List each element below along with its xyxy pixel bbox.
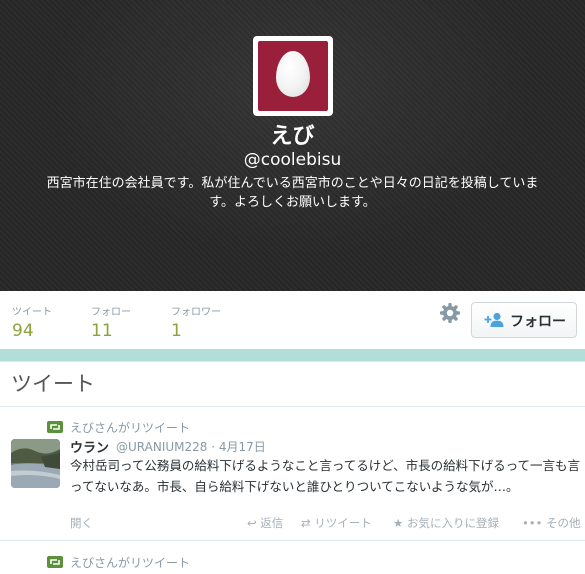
reply-action[interactable]: ↩ 返信 bbox=[247, 515, 283, 531]
favorite-action[interactable]: ★ お気に入りに登録 bbox=[393, 515, 499, 531]
tweet-author-name[interactable]: ウラン bbox=[70, 437, 109, 456]
panel-title: ツイート bbox=[11, 372, 95, 396]
tweet-author-handle-date[interactable]: @URANIUM228 · 4月17日 bbox=[116, 438, 266, 455]
landscape-photo-icon bbox=[11, 439, 60, 488]
retweet-icon bbox=[47, 421, 63, 433]
retweeted-by-label[interactable]: えびさんがリツイート bbox=[70, 554, 190, 571]
divider bbox=[0, 406, 585, 407]
follow-user-icon bbox=[484, 312, 504, 327]
stat-followers[interactable]: フォロワー 1 bbox=[171, 303, 221, 341]
divider bbox=[0, 540, 585, 541]
screen-name[interactable]: @coolebisu bbox=[0, 150, 585, 170]
stat-value: 1 bbox=[171, 321, 182, 341]
profile-accent-divider bbox=[0, 349, 585, 361]
profile-bio: 西宮市在住の会社員です。私が住んでいる西宮市のことや日々の日記を投稿しています。… bbox=[46, 176, 539, 210]
stat-label: ツイート bbox=[12, 307, 52, 318]
more-label: その他 bbox=[546, 516, 581, 530]
favorite-label: お気に入りに登録 bbox=[406, 516, 499, 530]
stat-tweets[interactable]: ツイート 94 bbox=[12, 303, 52, 341]
stat-following[interactable]: フォロー 11 bbox=[91, 303, 131, 341]
reply-label: 返信 bbox=[260, 516, 284, 530]
follow-button-label: フォロー bbox=[510, 314, 566, 330]
more-action[interactable]: ••• その他 bbox=[522, 515, 581, 531]
stat-value: 94 bbox=[12, 321, 34, 341]
stat-value: 11 bbox=[91, 321, 113, 341]
open-tweet-link[interactable]: 開く bbox=[70, 515, 93, 531]
retweet-icon bbox=[47, 556, 63, 568]
retweet-action[interactable]: ⇄ リツイート bbox=[301, 515, 372, 531]
tweet-text: 今村岳司って公務員の給料下げるようなこと言ってるけど、市長の給料下げるって一言も… bbox=[70, 458, 581, 494]
profile-avatar[interactable] bbox=[253, 36, 333, 116]
more-dots-icon: ••• bbox=[522, 516, 543, 530]
default-egg-avatar bbox=[258, 41, 328, 111]
egg-icon bbox=[276, 51, 310, 97]
gear-icon[interactable] bbox=[438, 301, 462, 325]
star-icon: ★ bbox=[393, 516, 404, 530]
tweet-author-avatar[interactable] bbox=[11, 439, 60, 488]
display-name: えび bbox=[270, 124, 315, 149]
follow-button[interactable]: フォロー bbox=[471, 302, 577, 338]
reply-icon: ↩ bbox=[247, 516, 257, 530]
retweeted-by-label[interactable]: えびさんがリツイート bbox=[70, 419, 190, 436]
profile-stats-bar: ツイート 94 フォロー 11 フォロワー 1 フォロー bbox=[0, 291, 585, 349]
retweet-action-icon: ⇄ bbox=[301, 516, 311, 530]
retweet-label: リツイート bbox=[314, 516, 372, 530]
stat-label: フォロワー bbox=[171, 307, 221, 318]
stat-label: フォロー bbox=[91, 307, 131, 318]
tweets-panel: ツイート えびさんがリツイート ウラン @URANIUM228 · 4月17日 … bbox=[0, 361, 585, 574]
profile-header: えび @coolebisu 西宮市在住の会社員です。私が住んでいる西宮市のことや… bbox=[0, 0, 585, 291]
